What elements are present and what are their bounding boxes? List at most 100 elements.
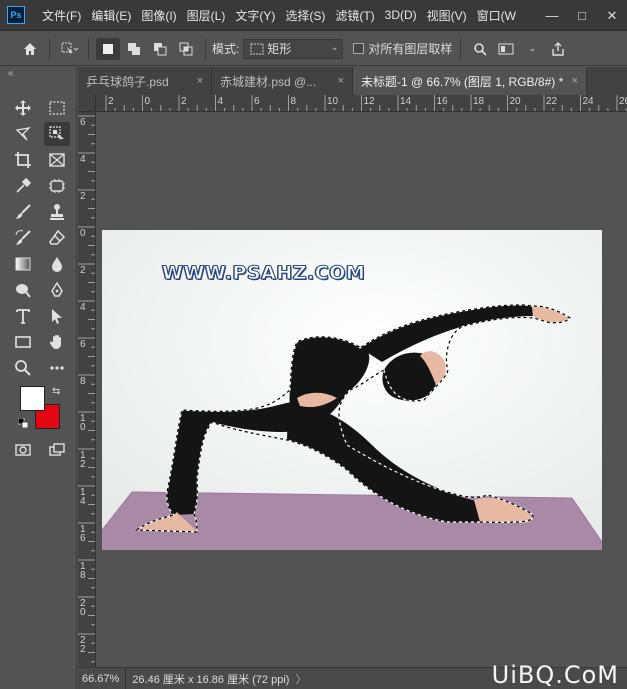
quick-mask-icon[interactable] [10,438,36,462]
patch-icon[interactable] [44,174,70,198]
history-brush-icon[interactable] [10,226,36,250]
ruler-label: 16 [436,96,448,107]
menu-filter[interactable]: 滤镜(T) [330,7,379,24]
tab-label: 未标题-1 @ 66.7% (图层 1, RGB/8#) * [361,74,564,89]
menu-image[interactable]: 图像(I) [136,7,181,24]
divider [88,37,89,60]
tab-pingpong-doc[interactable]: 乒乓球鸽子.psd × [78,67,212,95]
ruler-label: 24 [582,96,594,107]
add-selection-icon[interactable] [122,38,146,60]
ruler-origin[interactable] [78,95,96,112]
close-icon[interactable]: × [197,75,203,87]
ruler-label: 12 [363,96,375,107]
menu-layer[interactable]: 图层(L) [182,7,231,24]
blur-icon[interactable] [44,252,70,276]
ruler-horizontal[interactable]: 202468101214161820222426 [96,95,627,112]
ruler-label: 20 [509,96,521,107]
lasso-icon[interactable] [10,122,36,146]
eraser-icon[interactable] [44,226,70,250]
zoom-icon[interactable] [10,356,36,380]
ruler-label: 4 [80,154,86,165]
crop-icon[interactable] [10,148,36,172]
gradient-icon[interactable] [10,252,36,276]
stamp-icon[interactable] [44,200,70,224]
tools-panel: « ⇆ [0,66,77,689]
maximize-button[interactable]: □ [567,8,597,23]
ruler-label: 22 [546,96,558,107]
ruler-label: 18 [473,96,485,107]
swap-colors-icon[interactable]: ⇆ [52,386,60,397]
rectangle-icon[interactable] [10,330,36,354]
ruler-label: 14 [80,487,86,507]
close-icon[interactable]: × [338,75,344,87]
eyedropper-icon[interactable] [10,174,36,198]
tab-untitled-doc[interactable]: 未标题-1 @ 66.7% (图层 1, RGB/8#) * × [353,67,587,95]
mode-select[interactable]: 矩形 ⌄ [243,38,344,59]
workspace-icon[interactable] [494,38,518,60]
type-icon[interactable] [10,304,36,328]
document-canvas[interactable]: WWW.PSAHZ.COM [102,230,602,550]
frame-icon[interactable] [44,148,70,172]
move-icon[interactable] [10,96,36,120]
collapse-panel-icon[interactable]: « [8,68,14,79]
dodge-icon[interactable] [10,278,36,302]
divider [205,37,206,60]
ruler-label: 2 [181,96,187,107]
ruler-label: 8 [80,376,86,387]
pen-icon[interactable] [44,278,70,302]
tool-preset-icon[interactable] [57,38,81,60]
mode-label: 模式: [212,42,240,56]
mode-select-value: 矩形 [267,42,292,56]
object-select-icon[interactable] [44,122,70,146]
minimize-button[interactable]: — [537,8,567,23]
ruler-label: 4 [80,302,86,313]
close-button[interactable]: ✕ [597,8,627,24]
ruler-label: 6 [80,339,86,350]
more-icon[interactable] [44,356,70,380]
ruler-label: 6 [80,117,86,128]
ruler-label: 0 [80,228,86,239]
chevron-down-icon: ⌄ [330,41,339,52]
search-icon[interactable] [468,38,492,60]
menu-select[interactable]: 选择(S) [280,7,330,24]
uibq-watermark: UiBQ.CoM [491,661,619,689]
subtract-selection-icon[interactable] [148,38,172,60]
brush-icon[interactable] [10,200,36,224]
hand-icon[interactable] [44,330,70,354]
ruler-label: 18 [80,561,86,581]
foreground-color-swatch[interactable] [20,386,45,411]
intersect-selection-icon[interactable] [174,38,198,60]
menu-edit[interactable]: 编辑(E) [86,7,136,24]
new-selection-icon[interactable] [96,37,120,60]
ruler-label: 4 [217,96,224,107]
ruler-label: 8 [290,96,297,107]
ruler-label: 6 [254,96,260,107]
tab-label: 乒乓球鸽子.psd [86,74,169,89]
path-select-icon[interactable] [44,304,70,328]
screen-mode-icon[interactable] [44,438,70,462]
menu-type[interactable]: 文字(Y) [230,7,280,24]
sample-all-layers-label: 对所有图层取样 [368,42,453,56]
menu-window[interactable]: 窗口(W [472,7,521,24]
tab-chicheng-doc[interactable]: 赤城建材.psd @... × [212,67,353,95]
default-colors-icon[interactable] [18,418,28,428]
window-controls: — □ ✕ [537,0,627,31]
menu-3d[interactable]: 3D(D) [380,8,422,22]
menu-file[interactable]: 文件(F) [37,7,86,24]
chevron-down-icon[interactable]: ⌄ [520,38,544,60]
ruler-label: 16 [80,524,86,544]
menu-view[interactable]: 视图(V) [422,7,472,24]
ruler-label: 20 [80,598,86,618]
divider [460,37,462,60]
ruler-label: 10 [80,413,86,433]
close-icon[interactable]: × [572,75,578,87]
sample-all-layers-checkbox[interactable] [353,43,365,54]
divider [49,37,50,60]
zoom-level[interactable]: 66.67% [78,667,127,689]
ruler-label: 10 [327,96,339,107]
status-menu-arrow-icon[interactable]: 〉 [295,671,306,687]
marquee-icon[interactable] [44,96,70,120]
ruler-vertical[interactable]: 6 4 2 0 2 4 6 8 10 12 14 16 18 20 22 [78,112,96,667]
home-icon[interactable] [18,38,42,60]
share-icon[interactable] [546,38,570,60]
